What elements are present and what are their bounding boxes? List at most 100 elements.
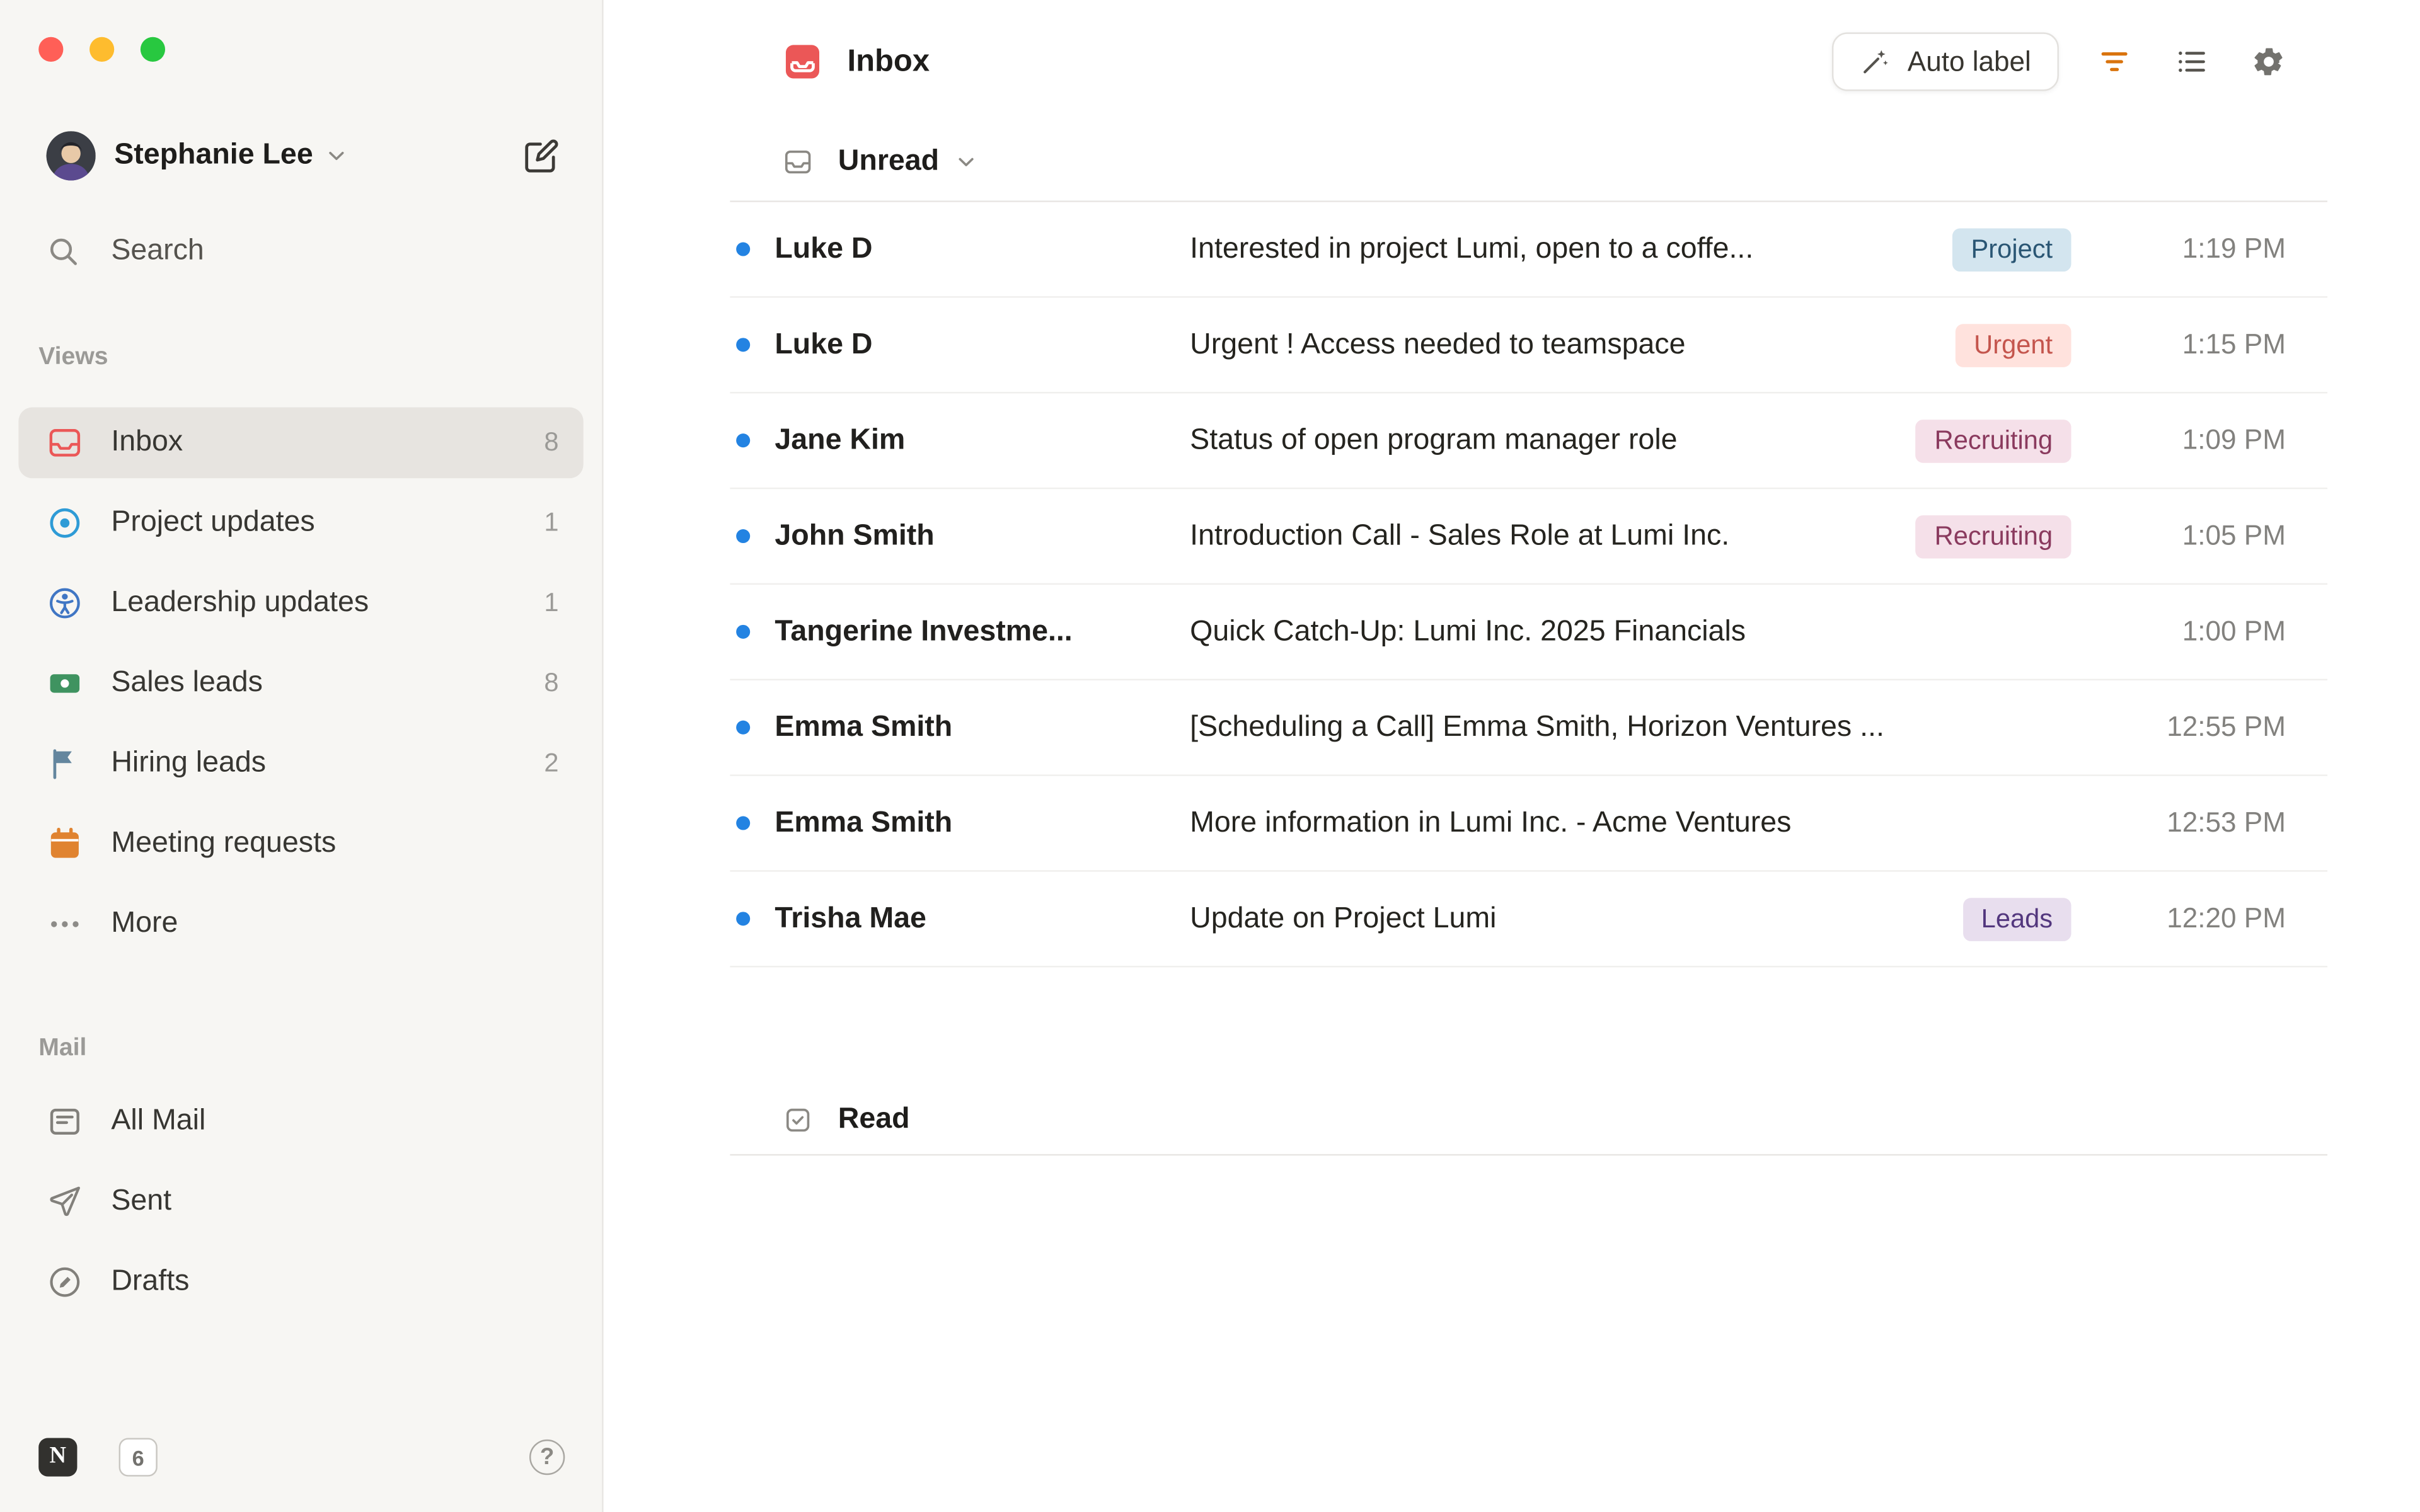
list-icon (2175, 45, 2209, 79)
calendar-icon (46, 825, 83, 862)
sidebar-item-inbox[interactable]: Inbox 8 (18, 408, 583, 479)
views-nav: Inbox 8 Project updates 1 Leadership upd… (18, 408, 583, 969)
email-subject: Urgent ! Access needed to teamspace (1190, 328, 1930, 362)
email-time: 1:09 PM (2108, 424, 2286, 456)
email-sender: John Smith (775, 519, 1190, 553)
sidebar-item-sent[interactable]: Sent (18, 1166, 583, 1237)
unread-section-header[interactable]: Unread (730, 123, 2327, 202)
email-row[interactable]: Jane Kim Status of open program manager … (730, 393, 2327, 489)
email-row[interactable]: Emma Smith More information in Lumi Inc.… (730, 776, 2327, 872)
views-section-title: Views (18, 343, 583, 374)
sidebar-item-count: 1 (544, 588, 562, 619)
person-icon (46, 585, 83, 622)
sidebar-item-label: More (111, 907, 178, 941)
email-row[interactable]: Emma Smith [Scheduling a Call] Emma Smit… (730, 680, 2327, 776)
main-header: Inbox Auto label (730, 0, 2327, 123)
sidebar-item-all-mail[interactable]: All Mail (18, 1086, 583, 1157)
target-icon (46, 505, 83, 542)
sidebar-item-sales-leads[interactable]: Sales leads 8 (18, 648, 583, 719)
compose-button[interactable] (522, 136, 562, 176)
read-section-header[interactable]: Read (730, 1086, 2327, 1155)
email-subject: More information in Lumi Inc. - Acme Ven… (1190, 806, 2083, 840)
email-subject: Interested in project Lumi, open to a co… (1190, 232, 1928, 266)
email-time: 1:19 PM (2108, 233, 2286, 265)
email-tag: Urgent (1956, 323, 2071, 367)
unread-tray-icon (783, 147, 814, 178)
unread-dot (736, 529, 750, 543)
chevron-down-icon[interactable] (955, 150, 979, 175)
sidebar-item-label: Inbox (111, 426, 183, 460)
email-time: 1:15 PM (2108, 329, 2286, 361)
email-sender: Jane Kim (775, 423, 1190, 457)
sidebar-item-label: Hiring leads (111, 747, 266, 781)
sidebar-item-leadership-updates[interactable]: Leadership updates 1 (18, 568, 583, 639)
flag-icon (46, 745, 83, 782)
email-row[interactable]: Tangerine Investme... Quick Catch-Up: Lu… (730, 585, 2327, 680)
list-view-button[interactable] (2170, 40, 2213, 84)
sidebar: Stephanie Lee Search Views Inbox 8 Proje… (0, 0, 604, 1512)
search-button[interactable]: Search (18, 224, 583, 279)
email-sender: Emma Smith (775, 806, 1190, 840)
avatar[interactable] (46, 131, 95, 180)
sidebar-item-meeting-requests[interactable]: Meeting requests (18, 808, 583, 879)
calendar-app-icon[interactable]: 6 (119, 1438, 158, 1476)
auto-label-button[interactable]: Auto label (1832, 32, 2059, 91)
sidebar-item-count: 8 (544, 427, 562, 458)
sidebar-footer: N 6 ? (38, 1438, 565, 1476)
sidebar-item-label: Sent (111, 1185, 171, 1219)
unread-dot (736, 816, 750, 830)
read-label: Read (838, 1103, 910, 1137)
user-name[interactable]: Stephanie Lee (114, 139, 313, 173)
minimize-button[interactable] (89, 37, 114, 62)
sidebar-item-hiring-leads[interactable]: Hiring leads 2 (18, 728, 583, 799)
help-button[interactable]: ? (529, 1440, 565, 1475)
unread-dot (736, 912, 750, 925)
banknote-icon (46, 665, 83, 702)
filter-icon (2097, 45, 2131, 79)
sidebar-item-label: Drafts (111, 1265, 189, 1299)
sidebar-item-label: Leadership updates (111, 587, 369, 621)
chevron-down-icon[interactable] (324, 144, 349, 168)
email-time: 12:53 PM (2108, 807, 2286, 839)
email-sender: Tangerine Investme... (775, 615, 1190, 649)
unread-dot (736, 242, 750, 256)
sidebar-item-project-updates[interactable]: Project updates 1 (18, 488, 583, 559)
email-row[interactable]: John Smith Introduction Call - Sales Rol… (730, 489, 2327, 585)
gear-icon (2252, 45, 2286, 79)
sidebar-item-label: Meeting requests (111, 827, 336, 861)
sidebar-item-more[interactable]: More (18, 889, 583, 960)
checkbox-checked-icon (783, 1104, 814, 1135)
unread-label: Unread (838, 145, 939, 179)
inbox-icon (46, 424, 83, 461)
zoom-button[interactable] (141, 37, 165, 62)
notion-app-icon[interactable]: N (38, 1438, 77, 1476)
unread-dot (736, 721, 750, 735)
sidebar-item-drafts[interactable]: Drafts (18, 1247, 583, 1318)
filter-button[interactable] (2093, 40, 2136, 84)
unread-dot (736, 338, 750, 352)
email-subject: Quick Catch-Up: Lumi Inc. 2025 Financial… (1190, 615, 2083, 649)
settings-button[interactable] (2247, 40, 2291, 84)
inbox-filled-icon (783, 42, 823, 82)
wand-icon (1860, 46, 1891, 77)
mail-stack-icon (46, 1103, 83, 1140)
email-row[interactable]: Luke D Interested in project Lumi, open … (730, 202, 2327, 298)
send-icon (46, 1183, 83, 1220)
mail-section-title: Mail (18, 1034, 583, 1065)
email-row[interactable]: Luke D Urgent ! Access needed to teamspa… (730, 298, 2327, 394)
sidebar-item-label: Sales leads (111, 667, 263, 701)
email-sender: Luke D (775, 328, 1190, 362)
app-window: Stephanie Lee Search Views Inbox 8 Proje… (0, 0, 2420, 1512)
close-button[interactable] (38, 37, 63, 62)
email-subject: Status of open program manager role (1190, 423, 1891, 457)
account-switcher: Stephanie Lee (18, 130, 583, 182)
unread-dot (736, 433, 750, 447)
page-title: Inbox (847, 44, 930, 79)
email-row[interactable]: Trisha Mae Update on Project Lumi Leads … (730, 872, 2327, 968)
auto-label-label: Auto label (1908, 45, 2031, 77)
window-controls (18, 37, 583, 62)
email-subject: Update on Project Lumi (1190, 902, 1938, 936)
mail-nav: All Mail Sent Drafts (18, 1086, 583, 1327)
email-tag: Recruiting (1916, 515, 2071, 558)
sidebar-item-count: 8 (544, 668, 562, 699)
